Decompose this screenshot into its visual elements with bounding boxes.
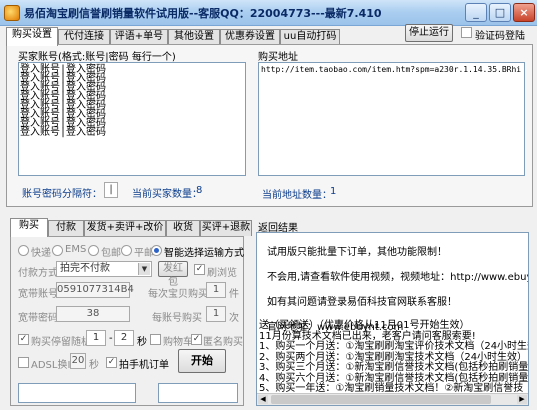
- app-icon: [4, 5, 20, 21]
- random-dash: -: [109, 333, 113, 344]
- promo-messages: 送（买领送）（优惠价格从11月01号开始生效） 11月份算技术文档已出来，老客户…: [259, 320, 529, 395]
- separator-input[interactable]: |: [104, 182, 118, 198]
- ship-express-radio[interactable]: [18, 245, 29, 256]
- tab-review-refund[interactable]: 买评+退款: [200, 220, 252, 236]
- random-min-input[interactable]: 1: [86, 330, 106, 346]
- tab-other-settings[interactable]: 其他设置: [168, 29, 220, 45]
- per-account-unit: 次: [229, 313, 239, 324]
- scroll-right-icon[interactable]: ▶: [517, 395, 527, 404]
- address-count-label: 当前地址数量：: [262, 190, 332, 201]
- ship-free-label: 包邮: [101, 248, 121, 259]
- ship-smart-label: 智能选择运输方式: [164, 248, 244, 259]
- buyer-count-label: 当前买家数量：: [132, 189, 202, 200]
- separator-label: 账号密码分隔符：: [22, 189, 102, 200]
- per-buy-input[interactable]: 1: [206, 282, 226, 298]
- broadband-account-input[interactable]: 0591077314B4: [56, 282, 134, 298]
- result-textarea[interactable]: 试用版只能批量下订单，其他功能限制！ 不会用,请查看软件使用视频，视频地址：ht…: [256, 232, 529, 406]
- broadband-password-input[interactable]: 38: [56, 306, 130, 322]
- adsl-input[interactable]: 20: [70, 353, 86, 369]
- scroll-thumb[interactable]: [271, 395, 491, 404]
- adsl-checkbox[interactable]: [18, 357, 29, 368]
- browse-checkbox[interactable]: ✓: [194, 264, 205, 275]
- tab-purchase-settings[interactable]: 购买设置: [6, 27, 58, 46]
- address-count-value: 1: [330, 186, 337, 197]
- per-account-label: 每账号购买: [152, 313, 202, 324]
- address-url: http://item.taobao.com/item.htm?spm=a230…: [261, 65, 522, 74]
- phone-order-checkbox[interactable]: ✓: [106, 357, 117, 368]
- phone-order-label: 拍手机订单: [119, 360, 169, 371]
- pay-method-label: 付款方式: [18, 268, 58, 279]
- promo-line: 1、购买一个月送：①淘宝刷刷淘宝评价技术文档（24小时生效）: [259, 341, 529, 352]
- cart-label: 购物车: [163, 337, 193, 348]
- result-line: 试用版只能批量下订单，其他功能限制！: [267, 247, 447, 258]
- red-packet-button[interactable]: 发红包: [158, 261, 188, 288]
- purchase-address-label: 购买地址: [258, 52, 298, 63]
- per-account-input[interactable]: 1: [206, 306, 226, 322]
- broadband-password-label: 宽带密码: [18, 313, 58, 324]
- scroll-left-icon[interactable]: ◀: [258, 395, 268, 404]
- buy-notes-input-left[interactable]: [18, 383, 136, 403]
- close-button[interactable]: ×: [513, 3, 535, 22]
- broadband-account-label: 宽带账号: [18, 289, 58, 300]
- window-title: 易佰淘宝刷信誉刷销量软件试用版--客服QQ：22004773---最新7.410: [24, 7, 382, 20]
- tab-uu-captcha[interactable]: uu自动打码: [280, 29, 340, 45]
- ship-ems-radio[interactable]: [52, 245, 63, 256]
- random-max-input[interactable]: 2: [114, 330, 134, 346]
- ship-smart-radio[interactable]: [151, 245, 162, 256]
- ship-post-radio[interactable]: [121, 245, 132, 256]
- random-delay-label: 购买停留随机: [31, 337, 91, 348]
- ship-express-label: 快递: [31, 248, 51, 259]
- captcha-label: 验证码登陆: [475, 31, 525, 42]
- adsl-unit: 秒: [89, 360, 99, 371]
- tab-buy[interactable]: 购买: [10, 218, 48, 237]
- anonymous-label: 匿名购买: [203, 337, 243, 348]
- buyer-accounts-textarea[interactable]: 登入账号|登入密码 登入账号|登入密码 登入账号|登入密码 登入账号|登入密码 …: [18, 62, 246, 176]
- tab-receive[interactable]: 收货: [166, 220, 200, 236]
- buyer-count-value: 8: [196, 185, 203, 196]
- result-line: 如有其问题请登录易佰科技官网联系客服！: [267, 297, 457, 308]
- random-delay-checkbox[interactable]: ✓: [18, 334, 29, 345]
- tab-proxy-pay[interactable]: 代付连接: [58, 29, 110, 45]
- horizontal-scrollbar[interactable]: ◀ ▶: [257, 393, 528, 405]
- buyer-line: 登入账号|登入密码: [20, 127, 107, 138]
- maximize-button[interactable]: □: [489, 3, 511, 22]
- promo-line: 3、购买三个月送：①新淘宝刷信誉技术文档(包括秒拍刷销量: [259, 362, 529, 373]
- per-buy-unit: 件: [229, 289, 239, 300]
- ship-free-radio[interactable]: [88, 245, 99, 256]
- tab-pay[interactable]: 付款: [48, 220, 84, 236]
- browse-label: 刷浏览: [207, 268, 237, 279]
- chevron-down-icon[interactable]: ▼: [138, 263, 150, 275]
- minimize-button[interactable]: _: [465, 3, 487, 22]
- cart-checkbox[interactable]: [150, 334, 161, 345]
- purchase-address-textarea[interactable]: http://item.taobao.com/item.htm?spm=a230…: [258, 62, 525, 176]
- random-seconds: 秒: [137, 337, 147, 348]
- per-buy-label: 每次宝贝购买: [148, 289, 208, 300]
- tab-comments-order[interactable]: 评语+单号: [110, 29, 168, 45]
- result-line: 不会用,请查看软件使用视频，视频地址：http://www.ebuynt: [267, 272, 529, 283]
- buyer-accounts-label: 买家账号(格式:账号|密码 每行一个): [18, 52, 176, 63]
- captcha-checkbox[interactable]: [461, 27, 472, 38]
- tab-coupon-settings[interactable]: 优惠券设置: [220, 29, 280, 45]
- pay-method-value: 拍完不付款: [60, 263, 110, 274]
- anonymous-checkbox[interactable]: ✓: [191, 334, 202, 345]
- stop-button[interactable]: 停止运行: [405, 24, 453, 42]
- ship-ems-label: EMS: [65, 244, 87, 255]
- start-button[interactable]: 开始: [178, 349, 226, 373]
- pay-method-select[interactable]: 拍完不付款 ▼: [56, 261, 152, 277]
- tab-ship-review-price[interactable]: 发货+卖评+改价: [84, 220, 166, 236]
- title-bar[interactable]: 易佰淘宝刷信誉刷销量软件试用版--客服QQ：22004773---最新7.410…: [0, 0, 537, 26]
- buy-notes-input-right[interactable]: [158, 383, 238, 403]
- promo-line: 送（买领送）（优惠价格从11月01号开始生效）: [259, 320, 470, 331]
